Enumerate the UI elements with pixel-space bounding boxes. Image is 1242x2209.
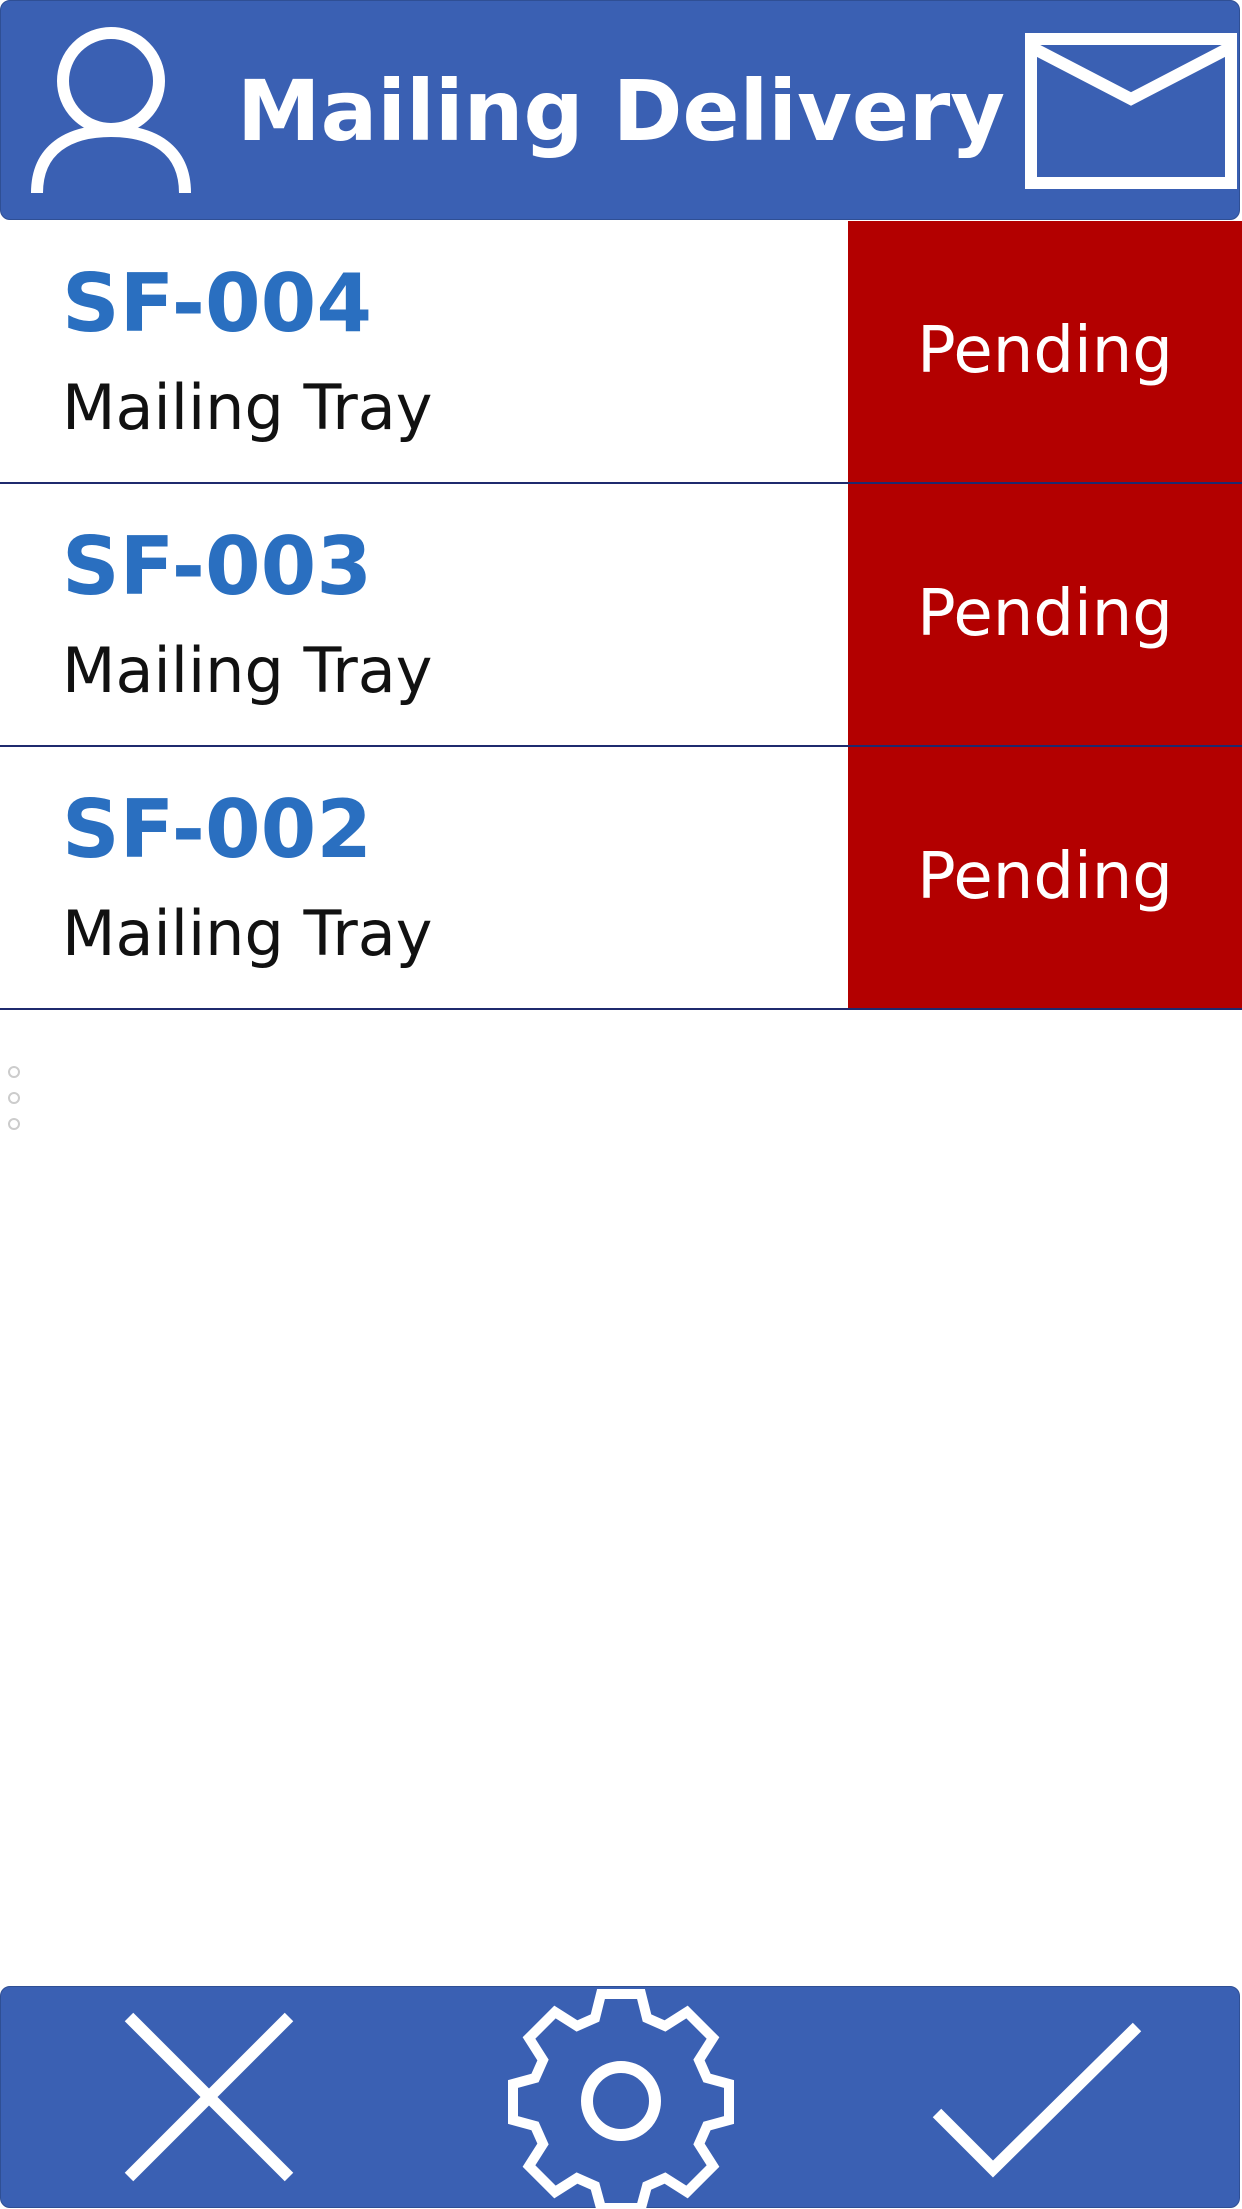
gear-icon bbox=[508, 1989, 734, 2209]
user-icon[interactable] bbox=[31, 21, 191, 201]
dot bbox=[8, 1066, 20, 1078]
close-icon bbox=[124, 2012, 294, 2182]
item-code: SF-004 bbox=[62, 257, 372, 350]
more-options-indicator[interactable] bbox=[8, 1066, 24, 1144]
dot bbox=[8, 1118, 20, 1130]
list-item[interactable]: SF-002 Mailing Tray Pending bbox=[0, 747, 1242, 1010]
status-badge: Pending bbox=[848, 747, 1242, 1008]
settings-button[interactable] bbox=[501, 1987, 741, 2209]
item-subtitle: Mailing Tray bbox=[62, 634, 433, 707]
checkmark-icon bbox=[932, 2022, 1142, 2178]
list-item[interactable]: SF-004 Mailing Tray Pending bbox=[0, 221, 1242, 484]
delivery-list: SF-004 Mailing Tray Pending SF-003 Maili… bbox=[0, 221, 1242, 1010]
dot bbox=[8, 1092, 20, 1104]
confirm-button[interactable] bbox=[931, 1987, 1171, 2209]
item-code: SF-003 bbox=[62, 520, 372, 613]
status-badge: Pending bbox=[848, 484, 1242, 745]
page-title: Mailing Delivery bbox=[236, 62, 1006, 160]
item-subtitle: Mailing Tray bbox=[62, 371, 433, 444]
item-code: SF-002 bbox=[62, 783, 372, 876]
list-item[interactable]: SF-003 Mailing Tray Pending bbox=[0, 484, 1242, 747]
status-badge: Pending bbox=[848, 221, 1242, 482]
app-footer bbox=[0, 1986, 1240, 2209]
envelope-icon[interactable] bbox=[1025, 33, 1237, 189]
cancel-button[interactable] bbox=[89, 1987, 329, 2209]
item-subtitle: Mailing Tray bbox=[62, 897, 433, 970]
app-header: Mailing Delivery bbox=[0, 0, 1240, 220]
